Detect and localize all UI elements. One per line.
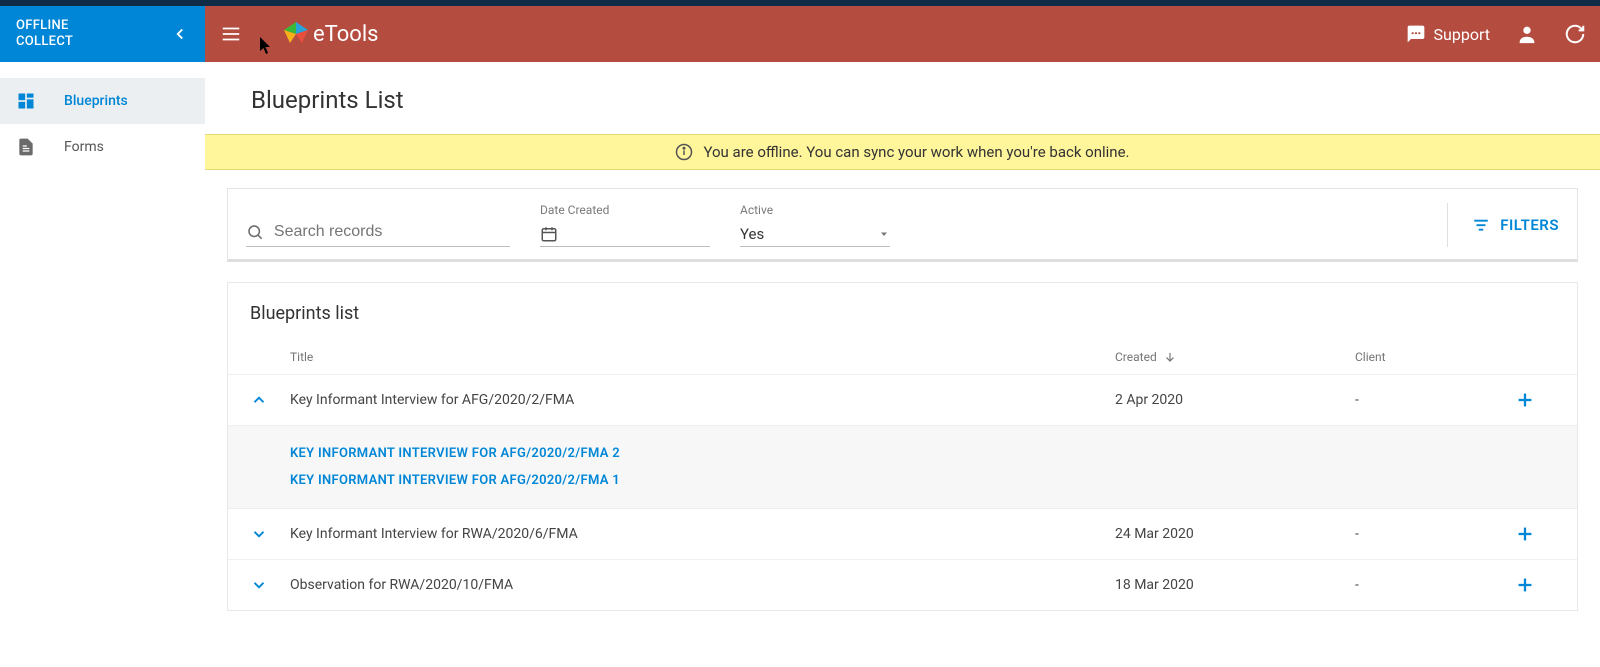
expand-toggle[interactable] [250, 525, 290, 543]
add-button[interactable] [1495, 574, 1555, 596]
filters-button-label: FILTERS [1500, 216, 1559, 234]
sub-rows: KEY INFORMANT INTERVIEW FOR AFG/2020/2/F… [228, 426, 1577, 509]
sidebar-nav: Blueprints Forms [0, 62, 205, 170]
add-button[interactable] [1495, 523, 1555, 545]
document-icon [16, 137, 36, 157]
sidebar-header: OFFLINE COLLECT [0, 6, 205, 62]
info-icon [675, 143, 693, 161]
sidebar-item-forms[interactable]: Forms [0, 124, 205, 170]
add-button[interactable] [1495, 389, 1555, 411]
dashboard-icon [16, 91, 36, 111]
date-label: Date Created [540, 203, 710, 217]
plus-icon [1514, 523, 1536, 545]
sort-desc-icon [1163, 350, 1177, 364]
col-title[interactable]: Title [290, 350, 1115, 364]
sidebar-item-label: Forms [64, 139, 104, 155]
col-client[interactable]: Client [1355, 350, 1495, 364]
table-row[interactable]: Key Informant Interview for RWA/2020/6/F… [228, 509, 1577, 560]
banner-text: You are offline. You can sync your work … [703, 143, 1129, 161]
profile-button[interactable] [1516, 23, 1538, 45]
page-title: Blueprints List [251, 86, 1600, 114]
calendar-icon [540, 225, 558, 243]
chevron-down-icon [878, 228, 890, 240]
sidebar: OFFLINE COLLECT Blueprints Forms [0, 6, 205, 667]
active-field[interactable]: Active Yes [740, 203, 890, 247]
row-client: - [1355, 392, 1495, 408]
chevron-down-icon [250, 525, 268, 543]
blueprints-list-card: Blueprints list Title Created Client [227, 282, 1578, 611]
plus-icon [1514, 574, 1536, 596]
active-label: Active [740, 203, 890, 217]
refresh-button[interactable] [1564, 23, 1586, 45]
table-row[interactable]: Key Informant Interview for AFG/2020/2/F… [228, 375, 1577, 426]
row-title: Key Informant Interview for RWA/2020/6/F… [290, 526, 1115, 542]
chevron-up-icon [250, 391, 268, 409]
support-button[interactable]: Support [1406, 24, 1490, 44]
menu-button[interactable] [219, 22, 243, 46]
collapse-sidebar-button[interactable] [171, 25, 189, 43]
offline-banner: You are offline. You can sync your work … [205, 134, 1600, 170]
search-icon [246, 222, 264, 242]
active-value: Yes [740, 225, 764, 243]
list-section-title: Blueprints list [228, 283, 1577, 340]
row-title: Observation for RWA/2020/10/FMA [290, 577, 1115, 593]
app-header: eTools Support [205, 6, 1600, 62]
search-field[interactable] [246, 222, 510, 247]
filter-bar: Date Created Active Yes FILTERS [227, 188, 1578, 262]
row-created: 24 Mar 2020 [1115, 526, 1355, 542]
date-created-field[interactable]: Date Created [540, 203, 710, 247]
plus-icon [1514, 389, 1536, 411]
row-created: 18 Mar 2020 [1115, 577, 1355, 593]
table-row[interactable]: Observation for RWA/2020/10/FMA 18 Mar 2… [228, 560, 1577, 610]
expand-toggle[interactable] [250, 576, 290, 594]
filters-button[interactable]: FILTERS [1472, 216, 1559, 234]
col-created[interactable]: Created [1115, 350, 1355, 364]
brand-logo-icon [283, 21, 309, 47]
table-header: Title Created Client [228, 340, 1577, 375]
row-client: - [1355, 526, 1495, 542]
content-area: Blueprints List You are offline. You can… [205, 62, 1600, 667]
row-title: Key Informant Interview for AFG/2020/2/F… [290, 392, 1115, 408]
row-client: - [1355, 577, 1495, 593]
filter-icon [1472, 216, 1490, 234]
sub-item-link[interactable]: KEY INFORMANT INTERVIEW FOR AFG/2020/2/F… [290, 440, 1555, 467]
support-label: Support [1434, 25, 1490, 44]
main: eTools Support Blueprin [205, 6, 1600, 667]
chevron-down-icon [250, 576, 268, 594]
expand-toggle[interactable] [250, 391, 290, 409]
cursor-icon [259, 37, 273, 55]
sidebar-item-blueprints[interactable]: Blueprints [0, 78, 205, 124]
sub-item-link[interactable]: KEY INFORMANT INTERVIEW FOR AFG/2020/2/F… [290, 467, 1555, 494]
search-input[interactable] [274, 223, 510, 241]
sidebar-item-label: Blueprints [64, 93, 128, 109]
app-title: OFFLINE COLLECT [16, 18, 73, 49]
brand: eTools [283, 21, 379, 47]
brand-name: eTools [313, 22, 379, 47]
chat-icon [1406, 24, 1426, 44]
row-created: 2 Apr 2020 [1115, 392, 1355, 408]
